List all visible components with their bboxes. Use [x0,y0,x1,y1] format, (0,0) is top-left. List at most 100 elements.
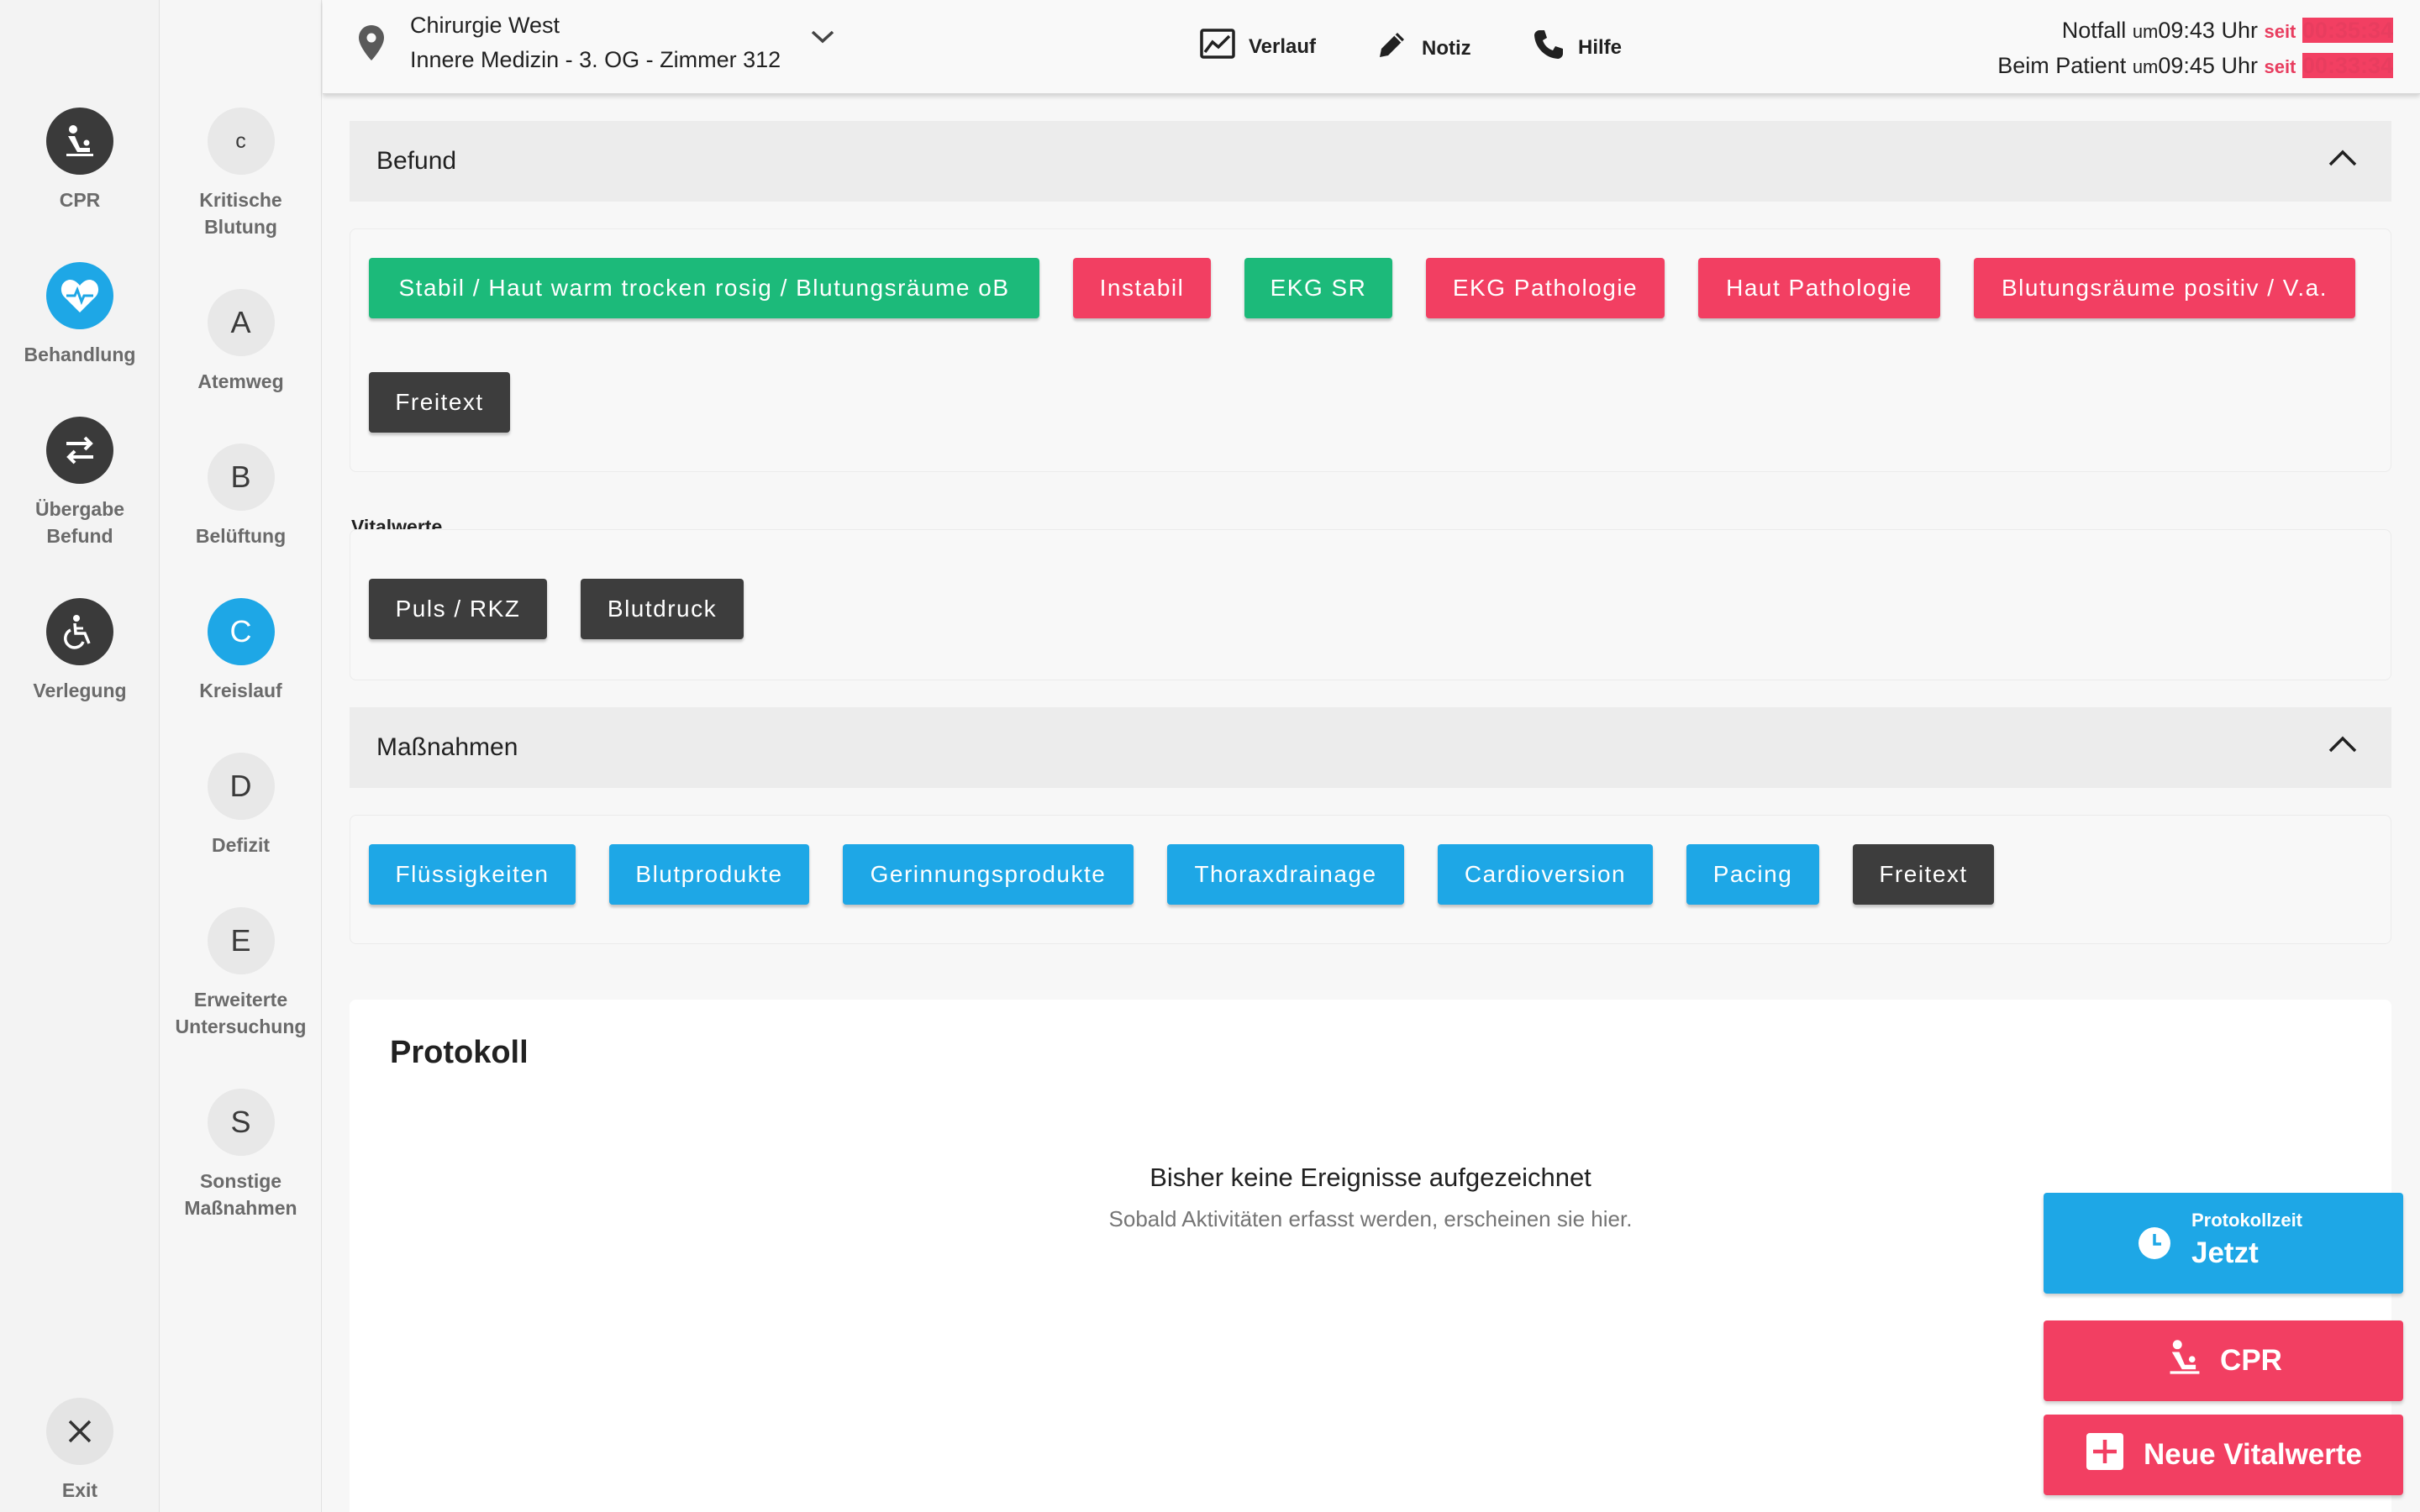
hilfe-label: Hilfe [1578,35,1623,59]
abc-label: Atemweg [197,370,284,392]
nav-label-verlegung: Verlegung [33,680,127,701]
chevron-down-icon[interactable] [810,29,835,50]
timer-time: 09:45 Uhr [2158,53,2258,78]
befund-button-haut-pathologie[interactable]: Haut Pathologie [1698,258,1940,318]
abc-item-atemweg[interactable]: A Atemweg [160,289,322,395]
vitalwerte-panel: Puls / RKZ Blutdruck [350,529,2391,680]
exit-button[interactable]: Exit [0,1398,160,1504]
abc-label: Kritische [199,189,282,211]
nav-label-uebergabe-1: Übergabe [34,498,125,520]
notiz-button[interactable]: Notiz [1375,29,1471,68]
abc-label: Untersuchung [175,1016,307,1037]
protokoll-title: Protokoll [390,1035,529,1070]
abc-letter: A [207,289,275,356]
nav-item-verlegung[interactable]: Verlegung [0,598,160,704]
abc-item-defizit[interactable]: D Defizit [160,753,322,858]
hilfe-button[interactable]: Hilfe [1533,29,1622,66]
abc-label: Sonstige [199,1170,282,1192]
notiz-label: Notiz [1422,36,1471,60]
nav-label-behandlung: Behandlung [24,344,136,365]
cpr-icon [46,108,113,175]
heart-pulse-icon [46,262,113,329]
abc-item-kreislauf[interactable]: C Kreislauf [160,598,322,704]
timer-elapsed: 00:35:34 [2302,18,2393,43]
abc-label: Maßnahmen [184,1197,297,1219]
location-selector[interactable]: Chirurgie West Innere Medizin - 3. OG - … [410,8,781,77]
befund-button-instabil[interactable]: Instabil [1073,258,1211,318]
cpr-fab-label: CPR [2220,1344,2282,1377]
massnahme-button-fluessigkeiten[interactable]: Flüssigkeiten [369,844,576,905]
protokollzeit-caption: Protokollzeit [2191,1210,2303,1231]
top-bar: Chirurgie West Innere Medizin - 3. OG - … [323,0,2420,94]
chart-line-icon [1200,29,1235,65]
cpr-fab-button[interactable]: CPR [2044,1320,2403,1401]
abc-letter: S [207,1089,275,1156]
vital-button-puls-rkz[interactable]: Puls / RKZ [369,579,547,639]
befund-button-stabil[interactable]: Stabil / Haut warm trocken rosig / Blutu… [369,258,1039,318]
abc-label: Belüftung [195,525,287,547]
massnahme-button-freitext[interactable]: Freitext [1853,844,1994,905]
befund-button-freitext[interactable]: Freitext [369,372,510,433]
exit-label: Exit [61,1479,98,1501]
massnahmen-section-header[interactable]: Maßnahmen [350,707,2391,788]
neue-vitalwerte-button[interactable]: Neue Vitalwerte [2044,1415,2403,1495]
cpr-icon [2165,1337,2205,1385]
abc-letter: C [207,598,275,665]
massnahme-button-gerinnungsprodukte[interactable]: Gerinnungsprodukte [843,844,1134,905]
verlauf-button[interactable]: Verlauf [1200,29,1316,65]
protokoll-empty-title: Bisher keine Ereignisse aufgezeichnet [1150,1163,1591,1192]
timer-seit: seit [2264,56,2296,77]
massnahme-button-thoraxdrainage[interactable]: Thoraxdrainage [1167,844,1404,905]
timer-beim-patient: Beim Patient um09:45 Uhr seit 00:33:34 [1997,49,2393,84]
abc-label: Kreislauf [199,680,282,701]
protokollzeit-button[interactable]: Protokollzeit Jetzt [2044,1193,2403,1294]
nav-label-cpr: CPR [59,189,101,211]
protokollzeit-value: Jetzt [2191,1236,2259,1269]
timer-um: um [2132,21,2159,42]
befund-button-ekg-pathologie[interactable]: EKG Pathologie [1426,258,1665,318]
abc-letter: D [207,753,275,820]
timer-notfall: Notfall um09:43 Uhr seit 00:35:34 [1997,13,2393,49]
verlauf-label: Verlauf [1249,34,1317,58]
timer-seit: seit [2264,21,2296,42]
befund-panel: Stabil / Haut warm trocken rosig / Blutu… [350,228,2391,472]
close-icon [46,1398,113,1465]
abc-label: Erweiterte [193,989,288,1011]
nav-item-cpr[interactable]: CPR [0,108,160,213]
location-pin-icon [356,24,387,66]
abc-label: Defizit [212,834,270,856]
vital-button-blutdruck[interactable]: Blutdruck [581,579,744,639]
massnahme-button-pacing[interactable]: Pacing [1686,844,1819,905]
abc-letter: c [207,108,275,175]
timer-time: 09:43 Uhr [2158,18,2258,43]
chevron-up-icon[interactable] [2328,732,2358,761]
massnahme-button-blutprodukte[interactable]: Blutprodukte [609,844,809,905]
befund-title: Befund [376,147,457,175]
nav-label-uebergabe-2: Befund [46,525,113,547]
timer-um: um [2132,56,2159,77]
befund-button-ekg-sr[interactable]: EKG SR [1244,258,1392,318]
massnahme-button-cardioversion[interactable]: Cardioversion [1438,844,1653,905]
massnahmen-title: Maßnahmen [376,733,518,761]
neue-vitalwerte-label: Neue Vitalwerte [2143,1438,2363,1471]
phone-icon [1533,29,1565,66]
massnahmen-panel: Flüssigkeiten Blutprodukte Gerinnungspro… [350,815,2391,944]
nav-item-uebergabe[interactable]: Übergabe Befund [0,417,160,549]
abc-item-erweiterte-untersuchung[interactable]: E Erweiterte Untersuchung [160,907,322,1040]
abc-letter: E [207,907,275,974]
location-line1: Chirurgie West [410,13,560,38]
nav-item-behandlung[interactable]: Behandlung [0,262,160,368]
chevron-up-icon[interactable] [2328,146,2358,175]
abc-item-belueftung[interactable]: B Belüftung [160,444,322,549]
main-sidebar: CPR Behandlung Übergabe Befund Verlegung… [0,0,160,1512]
plus-box-icon [2085,1431,2125,1479]
befund-section-header[interactable]: Befund [350,121,2391,202]
timer-label: Beim Patient [1997,53,2127,78]
abc-item-sonstige-massnahmen[interactable]: S Sonstige Maßnahmen [160,1089,322,1221]
befund-button-blutungsraeume-positiv[interactable]: Blutungsräume positiv / V.a. [1974,258,2355,318]
abc-letter: B [207,444,275,511]
location-line2: Innere Medizin - 3. OG - Zimmer 312 [410,47,781,72]
abc-item-kritische-blutung[interactable]: c Kritische Blutung [160,108,322,240]
pencil-icon [1375,29,1408,68]
timer-elapsed: 00:33:34 [2302,53,2393,78]
